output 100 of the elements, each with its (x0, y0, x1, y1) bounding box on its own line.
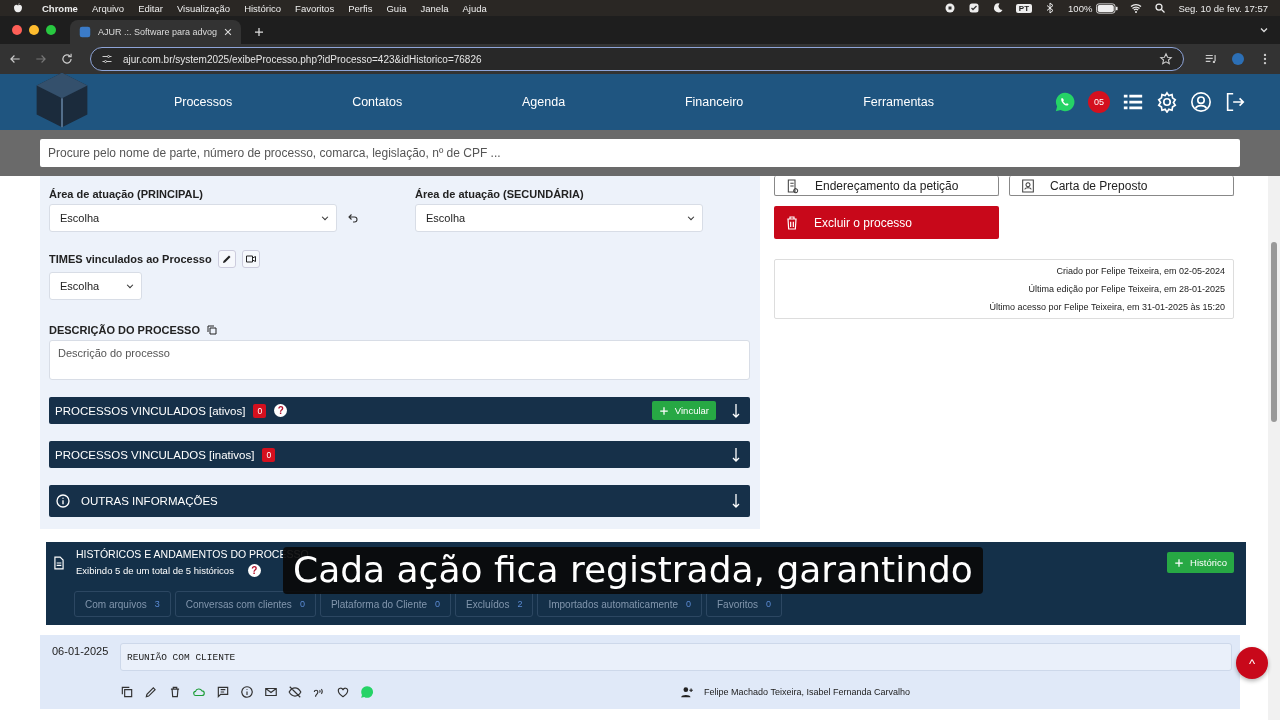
plus-icon (658, 405, 669, 416)
eye-off-icon[interactable] (288, 685, 302, 699)
video-button[interactable] (241, 250, 260, 268)
audit-line: Criado por Felipe Teixeira, em 02-05-2024 (1056, 266, 1225, 276)
collapsible-panel-header[interactable]: OUTRAS INFORMAÇÕES (49, 485, 750, 517)
site-favicon (78, 25, 92, 39)
expand-arrow-icon[interactable] (732, 446, 740, 463)
menu-item[interactable]: Histórico (244, 2, 282, 14)
delete-button[interactable]: Excluir o processo (774, 206, 999, 239)
entry-text[interactable]: REUNIÃO COM CLIENTE (120, 643, 1232, 671)
user-icon[interactable] (1190, 91, 1212, 113)
cloud-icon[interactable] (192, 685, 206, 699)
record-icon[interactable] (943, 2, 956, 14)
document-icon (785, 177, 801, 194)
expand-arrow-icon[interactable] (732, 402, 740, 419)
document-button[interactable]: Endereçamento da petição (774, 176, 999, 196)
wifi-icon[interactable] (1130, 2, 1143, 14)
apple-icon[interactable] (12, 2, 24, 14)
zoom-button[interactable] (46, 25, 56, 35)
panel-title: PROCESSOS VINCULADOS [inativos] (55, 448, 255, 461)
site-settings-icon[interactable] (101, 53, 113, 65)
app-menu[interactable]: Chrome (42, 2, 78, 14)
add-user-icon[interactable] (680, 685, 694, 699)
whatsapp-icon[interactable] (1054, 91, 1076, 113)
reload-icon[interactable] (60, 52, 74, 66)
checkmark-icon[interactable] (967, 2, 980, 14)
clock[interactable]: Seg. 10 de fev. 17:57 (1178, 2, 1268, 14)
field-label: TIMES vinculados ao Processo (49, 253, 212, 265)
message-icon[interactable] (216, 685, 230, 699)
menu-item[interactable]: Editar (138, 2, 163, 14)
back-icon[interactable] (8, 52, 22, 66)
star-icon[interactable] (1159, 52, 1173, 66)
pencil-icon[interactable] (144, 685, 158, 699)
menu-item[interactable]: Guia (386, 2, 407, 14)
copy-icon[interactable] (120, 685, 134, 699)
nav-link[interactable]: Processos (173, 95, 233, 109)
minimize-button[interactable] (29, 25, 39, 35)
menu-item[interactable]: Visualização (176, 2, 231, 14)
info-icon (55, 493, 71, 509)
browser-tab[interactable]: AJUR .:. Software para advog (70, 20, 242, 44)
description-field[interactable]: Descrição do processo (49, 340, 750, 380)
close-window-button[interactable] (12, 25, 22, 35)
mail-icon[interactable] (264, 685, 278, 699)
undo-icon[interactable] (347, 212, 359, 224)
id-badge-icon (1020, 177, 1036, 194)
menu-item[interactable]: Favoritos (295, 2, 335, 14)
search-icon[interactable] (1154, 2, 1167, 14)
nav-link[interactable]: Contatos (352, 95, 403, 109)
copy-icon[interactable] (205, 324, 218, 336)
select-field[interactable]: Escolha (49, 272, 142, 300)
nav-link[interactable]: Ferramentas (863, 95, 935, 109)
panel-title: OUTRAS INFORMAÇÕES (81, 495, 218, 507)
filter-chip[interactable]: Com arquivos 3 (74, 591, 171, 617)
select-field[interactable]: Escolha (49, 204, 337, 232)
entry-date: 06-01-2025 (52, 644, 110, 659)
nav-link[interactable]: Agenda (522, 95, 566, 109)
notification-badge[interactable]: 05 (1088, 91, 1110, 113)
plus-icon (1174, 557, 1185, 568)
expand-arrow-icon[interactable] (732, 493, 740, 509)
select-field[interactable]: Escolha (415, 204, 703, 232)
address-bar[interactable]: ajur.com.br/system2025/exibeProcesso.php?idProcesso=423&idHistorico=76826 (90, 47, 1184, 71)
nav-link[interactable]: Financeiro (684, 95, 744, 109)
menu-item[interactable]: Arquivo (91, 2, 125, 14)
help-icon[interactable]: ? (247, 564, 261, 577)
participants: Felipe Machado Teixeira, Isabel Fernanda Carvalho (704, 687, 910, 697)
media-icon[interactable] (1204, 52, 1218, 66)
new-tab-icon[interactable] (253, 26, 266, 38)
field-label: Área de atuação (PRINCIPAL) (49, 188, 204, 200)
scrollbar[interactable] (1268, 176, 1280, 720)
help-icon[interactable]: ? (274, 404, 288, 417)
input-source[interactable]: PT (1015, 3, 1033, 13)
moon-icon[interactable] (991, 2, 1004, 14)
settings-icon[interactable] (1156, 91, 1178, 113)
profile-icon[interactable] (1230, 51, 1246, 67)
heart-icon[interactable] (336, 685, 350, 699)
count-badge: 0 (253, 403, 267, 418)
panel-title: PROCESSOS VINCULADOS [ativos] (55, 404, 246, 417)
logout-icon[interactable] (1224, 91, 1246, 113)
document-icon (52, 555, 66, 570)
info-icon[interactable] (240, 685, 254, 699)
trash-icon[interactable] (168, 685, 182, 699)
close-icon[interactable] (223, 27, 234, 37)
audit-line: Última edição por Felipe Teixeira, em 28-01-2025 (1028, 284, 1225, 294)
collapsible-panel-header[interactable]: PROCESSOS VINCULADOS [inativos] 0 (49, 441, 750, 468)
audit-line: Último acesso por Felipe Teixeira, em 31-01-2025 às 15:20 (989, 302, 1225, 312)
document-button[interactable]: Carta de Preposto (1009, 176, 1234, 196)
search-field[interactable]: Procure pelo nome de parte, número de processo, comarca, legislação, nº de CPF ... (40, 139, 1240, 167)
count-badge: 0 (262, 447, 276, 462)
field-label: Área de atuação (SECUNDÁRIA) (415, 188, 585, 200)
battery-icon[interactable] (1096, 2, 1119, 14)
menu-item[interactable]: Ajuda (462, 2, 487, 14)
scroll-top-button[interactable]: ^ (1236, 647, 1268, 679)
menu-item[interactable]: Janela (420, 2, 449, 14)
edit-button[interactable] (217, 250, 236, 268)
field-label: DESCRIÇÃO DO PROCESSO (49, 324, 200, 336)
menu-item[interactable]: Perfis (348, 2, 373, 14)
history-summary: Exibindo 5 de um total de 5 históricos (76, 565, 234, 576)
collapsible-panel-header[interactable]: PROCESSOS VINCULADOS [ativos] 0 ? Vincular (49, 397, 750, 424)
video-camera-icon (244, 253, 257, 265)
chevron-icon (125, 281, 135, 291)
